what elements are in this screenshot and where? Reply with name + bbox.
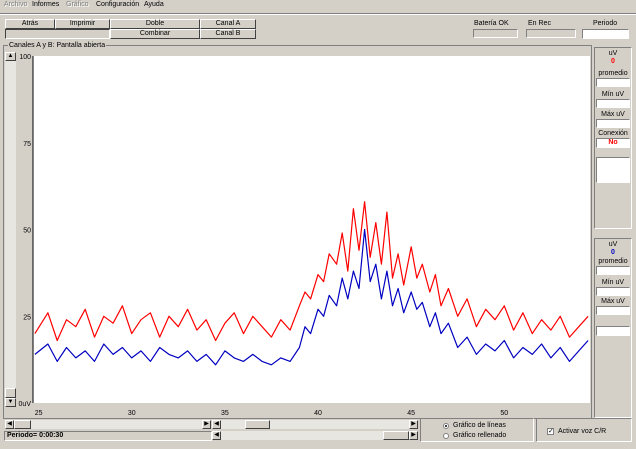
x-tick-label: 40 <box>314 410 322 417</box>
scroll-down-button[interactable]: ▼ <box>5 398 16 407</box>
line-chart-label: Gráfico de líneas <box>453 422 506 429</box>
time-scroll-left[interactable]: ◀ <box>5 420 14 429</box>
ch-b-uv-label: uV <box>608 241 618 248</box>
scroll-thumb[interactable] <box>5 388 16 398</box>
y-tick-label: 75 <box>23 141 31 148</box>
ch-b-uv-value: 0 <box>611 249 615 256</box>
x-tick-label: 30 <box>128 410 136 417</box>
x-tick-label: 35 <box>221 410 229 417</box>
double-button[interactable]: Doble <box>110 19 200 29</box>
y-tick-label: 0uV <box>19 401 32 408</box>
chart-panel-title: Canales A y B: Pantalla abierta <box>8 42 107 49</box>
zoom-scroll-thumb[interactable] <box>245 420 270 429</box>
voice-checkbox[interactable]: ✓ <box>547 428 554 435</box>
time-scroll-right[interactable]: ▶ <box>202 420 211 429</box>
zoom-scrollbar[interactable] <box>212 420 418 429</box>
ch-a-avg-field <box>596 78 630 87</box>
voice-label: Activar voz C/R <box>558 428 607 435</box>
print-button[interactable]: Imprimir <box>55 19 110 29</box>
zoom-scroll-left[interactable]: ◀ <box>212 420 221 429</box>
filled-chart-label: Gráfico rellenado <box>453 432 507 439</box>
menu-configuracion[interactable]: Configuración <box>96 1 139 8</box>
gain-scroll-left[interactable]: ◀ <box>212 431 221 440</box>
period-label: Periodo <box>593 20 618 27</box>
ch-a-max-label: Máx uV <box>601 111 625 118</box>
chart-background <box>33 56 590 403</box>
menu-archivo[interactable]: Archivo <box>4 1 27 8</box>
time-scrollbar[interactable] <box>5 420 211 429</box>
period-status: Periodo= 0:00:30 <box>7 432 64 439</box>
ch-b-avg-label: promedio <box>598 258 628 265</box>
channel-a-button[interactable]: Canal A <box>200 19 256 29</box>
eeg-chart: 1007550250uV 25 30 35 40 45 50 <box>19 54 590 417</box>
x-tick-label: 50 <box>500 410 508 417</box>
zoom-scroll-right[interactable]: ▶ <box>409 420 418 429</box>
menu-informes[interactable]: Informes <box>32 1 59 8</box>
channel-b-button[interactable]: Canal B <box>200 29 256 39</box>
y-tick-label: 25 <box>23 314 31 321</box>
x-tick-label: 45 <box>407 410 415 417</box>
ch-b-avg-field <box>596 266 630 275</box>
connection-label: Conexión <box>598 130 628 137</box>
menu-ayuda[interactable]: Ayuda <box>144 1 164 8</box>
filled-chart-radio[interactable] <box>443 433 449 439</box>
line-chart-radio[interactable] <box>443 423 449 429</box>
y-tick-label: 50 <box>23 228 31 235</box>
y-tick-label: 100 <box>19 54 31 61</box>
toolbar-divider-highlight <box>0 14 636 15</box>
ch-b-extra-field <box>596 326 630 336</box>
time-scroll-thumb[interactable] <box>14 420 31 429</box>
combine-button[interactable]: Combinar <box>110 29 200 39</box>
scroll-up-button[interactable]: ▲ <box>5 52 16 61</box>
ch-b-max-field <box>596 306 630 315</box>
period-field[interactable] <box>582 29 629 39</box>
blank-toolbar-button[interactable] <box>5 29 110 39</box>
ch-a-extra-box <box>596 157 630 183</box>
menu-bar: Archivo Informes Gráfico Configuración A… <box>0 0 636 12</box>
gain-scroll-right[interactable]: ▶ <box>409 431 418 440</box>
gain-scroll-thumb[interactable] <box>383 431 409 440</box>
ch-a-min-label: Mín uV <box>601 91 625 98</box>
ch-a-uv-value: 0 <box>611 58 615 65</box>
vertical-scrollbar[interactable] <box>5 52 16 407</box>
ch-a-avg-label: promedio <box>598 70 628 77</box>
ch-b-min-field <box>596 287 630 296</box>
ch-a-max-field <box>596 119 630 128</box>
connection-value: No <box>596 138 630 148</box>
battery-status: Batería OK <box>474 20 509 27</box>
x-tick-label: 25 <box>35 410 43 417</box>
rec-indicator <box>526 29 576 38</box>
ch-a-uv-label: uV <box>608 50 618 57</box>
ch-a-min-field <box>596 99 630 108</box>
ch-b-min-label: Mín uV <box>601 279 625 286</box>
menu-grafico[interactable]: Gráfico <box>66 1 89 8</box>
ch-b-max-label: Máx uV <box>601 298 625 305</box>
battery-indicator <box>473 29 518 38</box>
rec-status: En Rec <box>528 20 551 27</box>
back-button[interactable]: Atrás <box>5 19 55 29</box>
